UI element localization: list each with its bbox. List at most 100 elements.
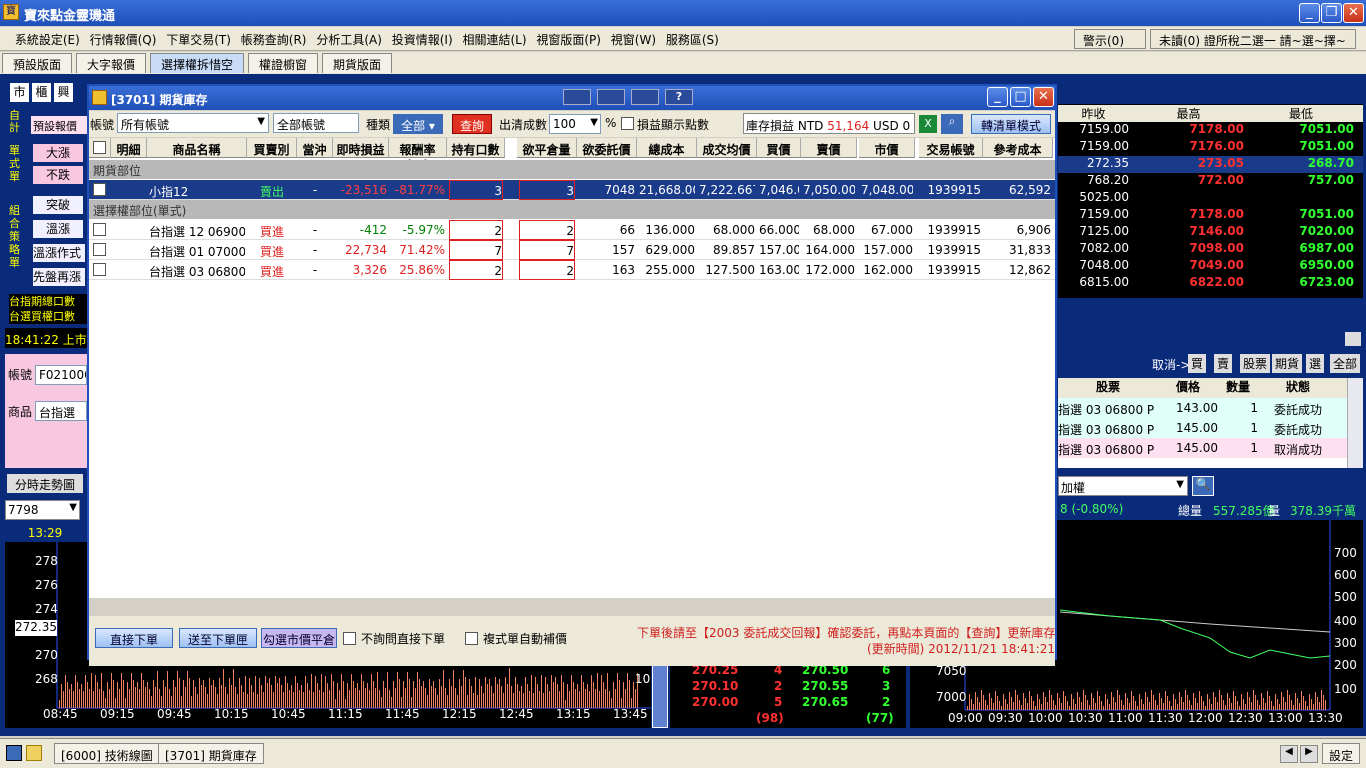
no-confirm-checkbox[interactable] [343, 632, 356, 645]
restore-icon[interactable]: ❐ [1321, 3, 1342, 23]
tab-options[interactable]: 選擇權拆惜空 [150, 53, 245, 73]
col-header[interactable]: 欲平倉量 [517, 138, 577, 158]
close-qty[interactable]: 7 [519, 240, 575, 260]
market-emerging-button[interactable]: 興 [54, 83, 73, 102]
select-all-header[interactable] [89, 138, 111, 158]
position-row[interactable]: 小指12 賣出 - -23,516 -81.77% 33 7048 21,668.000 7,2… [89, 180, 1055, 200]
close-icon[interactable]: ✕ [1033, 87, 1054, 107]
quote-row[interactable]: 7048.00 7049.00 6950.00 [1058, 258, 1363, 275]
order-row[interactable]: 指選 03 06800 P 145.00 1 委託成功 [1058, 418, 1363, 438]
market-close-button[interactable]: 勾選市價平倉 [261, 628, 337, 648]
tab-warrants[interactable]: 權證櫥窗 [248, 53, 319, 73]
order-row[interactable]: 指選 03 06800 P 145.00 1 取消成功 [1058, 438, 1363, 458]
vertical-scrollbar[interactable] [652, 660, 668, 728]
settings-button[interactable]: 設定 [1322, 743, 1361, 764]
search-icon[interactable]: ⌕ [941, 114, 963, 134]
tab-futures[interactable]: 期貨版面 [322, 53, 393, 73]
menu-layout[interactable]: 視窗版面(P) [533, 27, 604, 52]
quote-row[interactable]: 768.20 772.00 757.00 [1058, 173, 1363, 190]
menu-system[interactable]: 系統設定(E) [12, 27, 83, 52]
quote-row[interactable]: 6815.00 6822.00 6723.00 [1058, 275, 1363, 292]
position-row[interactable]: 台指選 03 06800 P 買進 - 3,326 25.86% 22 163 255.000… [89, 260, 1055, 280]
col-header[interactable]: 參考成本 [983, 138, 1053, 158]
tab-bigquote[interactable]: 大字報價 [76, 53, 147, 73]
col-header[interactable]: 市價 [859, 138, 915, 158]
col-header[interactable]: 交易帳號 [919, 138, 983, 158]
col-header[interactable]: 賣價 [801, 138, 857, 158]
col-header[interactable]: 商品名稱 [147, 138, 247, 158]
filter-sell-button[interactable]: 賣 [1214, 354, 1233, 373]
action-mildup-mode-button[interactable]: 溫漲作式 [33, 244, 85, 262]
filter-stock-button[interactable]: 股票 [1240, 354, 1271, 373]
intraday-chart-tab[interactable]: 分時走勢圖 [7, 474, 83, 493]
row-checkbox[interactable] [93, 263, 106, 276]
menu-trade[interactable]: 下單交易(T) [163, 27, 234, 52]
switch-list-mode-button[interactable]: 轉清單模式 [971, 114, 1051, 134]
menu-info[interactable]: 投資情報(I) [389, 27, 456, 52]
holding-qty[interactable]: 3 [449, 180, 503, 200]
col-header[interactable]: 報酬率(%) [389, 138, 447, 172]
menu-window[interactable]: 視窗(W) [608, 27, 659, 52]
excel-icon[interactable]: X [919, 115, 937, 133]
col-header[interactable]: 欲委託價 [577, 138, 637, 158]
col-header[interactable]: 總成本 [637, 138, 697, 158]
task-tech-chart[interactable]: [6000] 技術線圖 [54, 743, 160, 764]
direct-order-button[interactable]: 直接下單 [95, 628, 173, 648]
window-icon[interactable] [6, 745, 22, 761]
account-input[interactable]: F021000- [35, 365, 87, 385]
print-icon[interactable] [597, 89, 625, 105]
auto-complement-checkbox[interactable] [465, 632, 478, 645]
col-header[interactable]: 持有口數 [447, 138, 505, 158]
account-select[interactable]: 所有帳號 ▼ [117, 113, 269, 133]
menu-links[interactable]: 相關連結(L) [459, 27, 529, 52]
fill-ratio-select[interactable]: 100 ▼ [549, 114, 601, 134]
subaccount-input[interactable]: 全部帳號 [273, 113, 359, 133]
task-futures-inventory[interactable]: [3701] 期貨庫存 [158, 743, 264, 764]
holding-qty[interactable]: 7 [449, 240, 503, 260]
quote-row[interactable]: 7159.00 7178.00 7051.00 [1058, 207, 1363, 224]
scroll-right-icon[interactable]: ▶ [1300, 745, 1318, 763]
market-tse-button[interactable]: 市 [10, 83, 29, 102]
row-checkbox[interactable] [93, 223, 106, 236]
orders-scrollbar[interactable] [1347, 378, 1363, 468]
col-header[interactable]: 明細 [111, 138, 147, 158]
preset-quote-button[interactable]: 預設報價 [31, 116, 87, 134]
col-header[interactable]: 買價 [757, 138, 801, 158]
action-open-rise-button[interactable]: 先盤再漲 [33, 268, 85, 286]
position-row[interactable]: 台指選 01 07000 P 買進 - 22,734 71.42% 77 157 629.00… [89, 240, 1055, 260]
filter-buy-button[interactable]: 買 [1188, 354, 1207, 373]
alert-button[interactable]: 警示(0) [1074, 29, 1146, 49]
quote-row[interactable]: 7125.00 7146.00 7020.00 [1058, 224, 1363, 241]
select-all-checkbox[interactable] [93, 141, 106, 154]
menu-quotes[interactable]: 行情報價(Q) [87, 27, 160, 52]
product-input[interactable]: 台指選 1 [35, 401, 87, 421]
quote-row[interactable]: 7082.00 7098.00 6987.00 [1058, 241, 1363, 258]
position-row[interactable]: 台指選 12 06900 P 買進 - -412 -5.97% 22 66 136.000 68… [89, 220, 1055, 240]
quote-row[interactable]: 7159.00 7176.00 7051.00 [1058, 139, 1363, 156]
col-header[interactable]: 成交均價 [697, 138, 757, 158]
minimize-icon[interactable]: _ [1299, 3, 1320, 23]
close-qty[interactable]: 3 [519, 180, 575, 200]
close-icon[interactable]: ✕ [1343, 3, 1364, 23]
filter-futures-button[interactable]: 期貨 [1272, 354, 1303, 373]
row-checkbox[interactable] [93, 183, 106, 196]
quote-row[interactable]: 272.35 273.05 268.70 [1058, 156, 1363, 173]
filter-all-button[interactable]: 全部 [1330, 354, 1361, 373]
help-icon[interactable]: ? [665, 89, 693, 105]
menu-account[interactable]: 帳務查詢(R) [238, 27, 310, 52]
maximize-icon[interactable] [1345, 332, 1361, 346]
holding-qty[interactable]: 2 [449, 220, 503, 240]
menu-analysis[interactable]: 分析工具(A) [313, 27, 385, 52]
code-select[interactable]: 7798 ▼ [5, 500, 80, 520]
row-checkbox[interactable] [93, 243, 106, 256]
layout-icon[interactable] [563, 89, 591, 105]
action-breakout-button[interactable]: 突破 [33, 196, 83, 214]
minimize-icon[interactable]: _ [987, 87, 1008, 107]
index-select[interactable]: 加權 ▼ [1058, 476, 1188, 496]
col-header[interactable]: 買賣別 [247, 138, 297, 158]
search-icon[interactable]: 🔍 [1192, 476, 1214, 496]
show-points-checkbox[interactable] [621, 117, 634, 130]
market-otc-button[interactable]: 櫃 [32, 83, 51, 102]
quote-row[interactable]: 7159.00 7178.00 7051.00 [1058, 122, 1363, 139]
scroll-left-icon[interactable]: ◀ [1280, 745, 1298, 763]
